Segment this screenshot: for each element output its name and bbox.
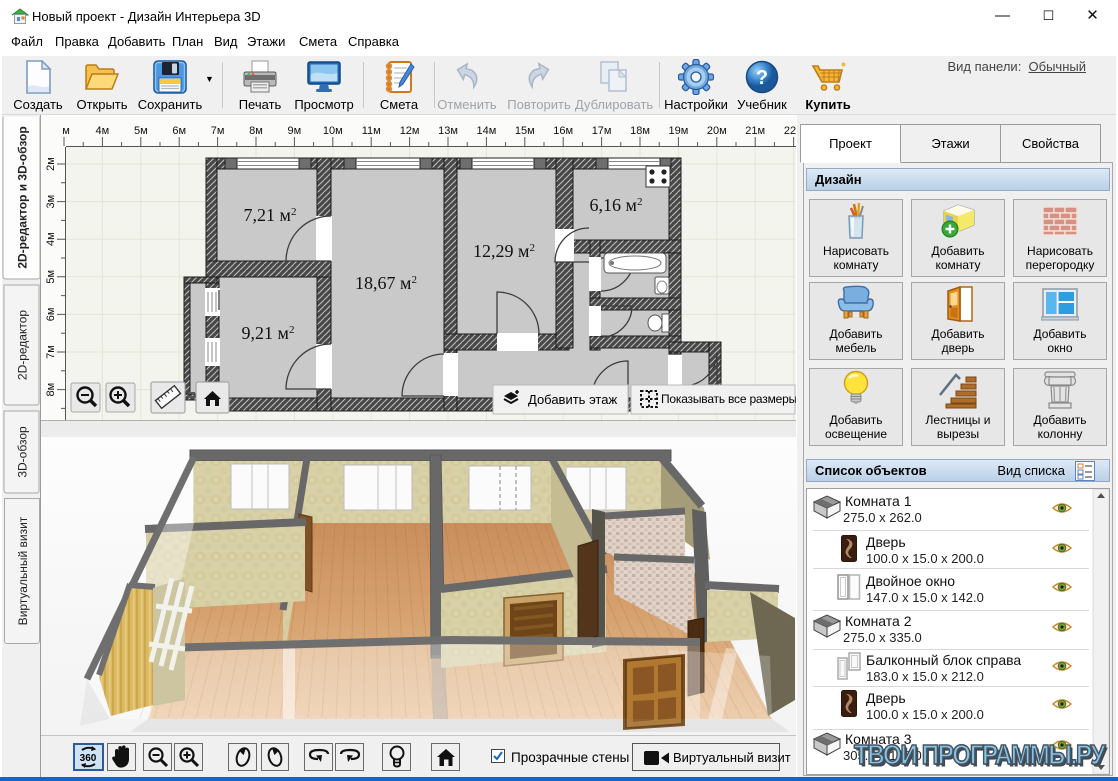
svg-text:2м: 2м	[45, 157, 57, 171]
svg-text:4м: 4м	[96, 125, 110, 137]
svg-text:15м: 15м	[515, 125, 535, 137]
svg-text:6м: 6м	[172, 125, 186, 137]
svg-text:22: 22	[784, 125, 796, 137]
svg-text:Добавить этаж: Добавить этаж	[528, 392, 617, 407]
svg-text:12м: 12м	[400, 125, 420, 137]
svg-text:4м: 4м	[45, 232, 57, 246]
svg-text:8м: 8м	[249, 125, 263, 137]
svg-text:?: ?	[756, 67, 768, 89]
svg-text:6,16 м2: 6,16 м2	[590, 195, 643, 215]
svg-text:21м: 21м	[745, 125, 765, 137]
svg-text:19м: 19м	[668, 125, 688, 137]
svg-text:3м: 3м	[45, 195, 57, 209]
svg-text:5м: 5м	[134, 125, 148, 137]
svg-text:17м: 17м	[592, 125, 612, 137]
svg-text:12,29 м2: 12,29 м2	[473, 241, 535, 261]
svg-text:360: 360	[80, 753, 97, 764]
svg-text:18м: 18м	[630, 125, 650, 137]
svg-text:6м: 6м	[45, 308, 57, 322]
svg-text:20м: 20м	[707, 125, 727, 137]
svg-text:5м: 5м	[45, 270, 57, 284]
svg-text:Показывать все размеры: Показывать все размеры	[661, 392, 796, 406]
svg-text:7м: 7м	[211, 125, 225, 137]
svg-text:м: м	[62, 125, 70, 137]
svg-text:11м: 11м	[362, 125, 381, 137]
svg-text:10м: 10м	[323, 125, 343, 137]
svg-text:13м: 13м	[438, 125, 458, 137]
svg-text:18,67 м2: 18,67 м2	[355, 273, 417, 293]
svg-text:7м: 7м	[45, 345, 57, 359]
svg-text:8м: 8м	[45, 383, 57, 397]
svg-text:14м: 14м	[476, 125, 496, 137]
svg-text:9,21 м2: 9,21 м2	[242, 323, 295, 343]
svg-text:9м: 9м	[288, 125, 302, 137]
svg-text:7,21 м2: 7,21 м2	[244, 205, 297, 225]
svg-text:16м: 16м	[553, 125, 573, 137]
